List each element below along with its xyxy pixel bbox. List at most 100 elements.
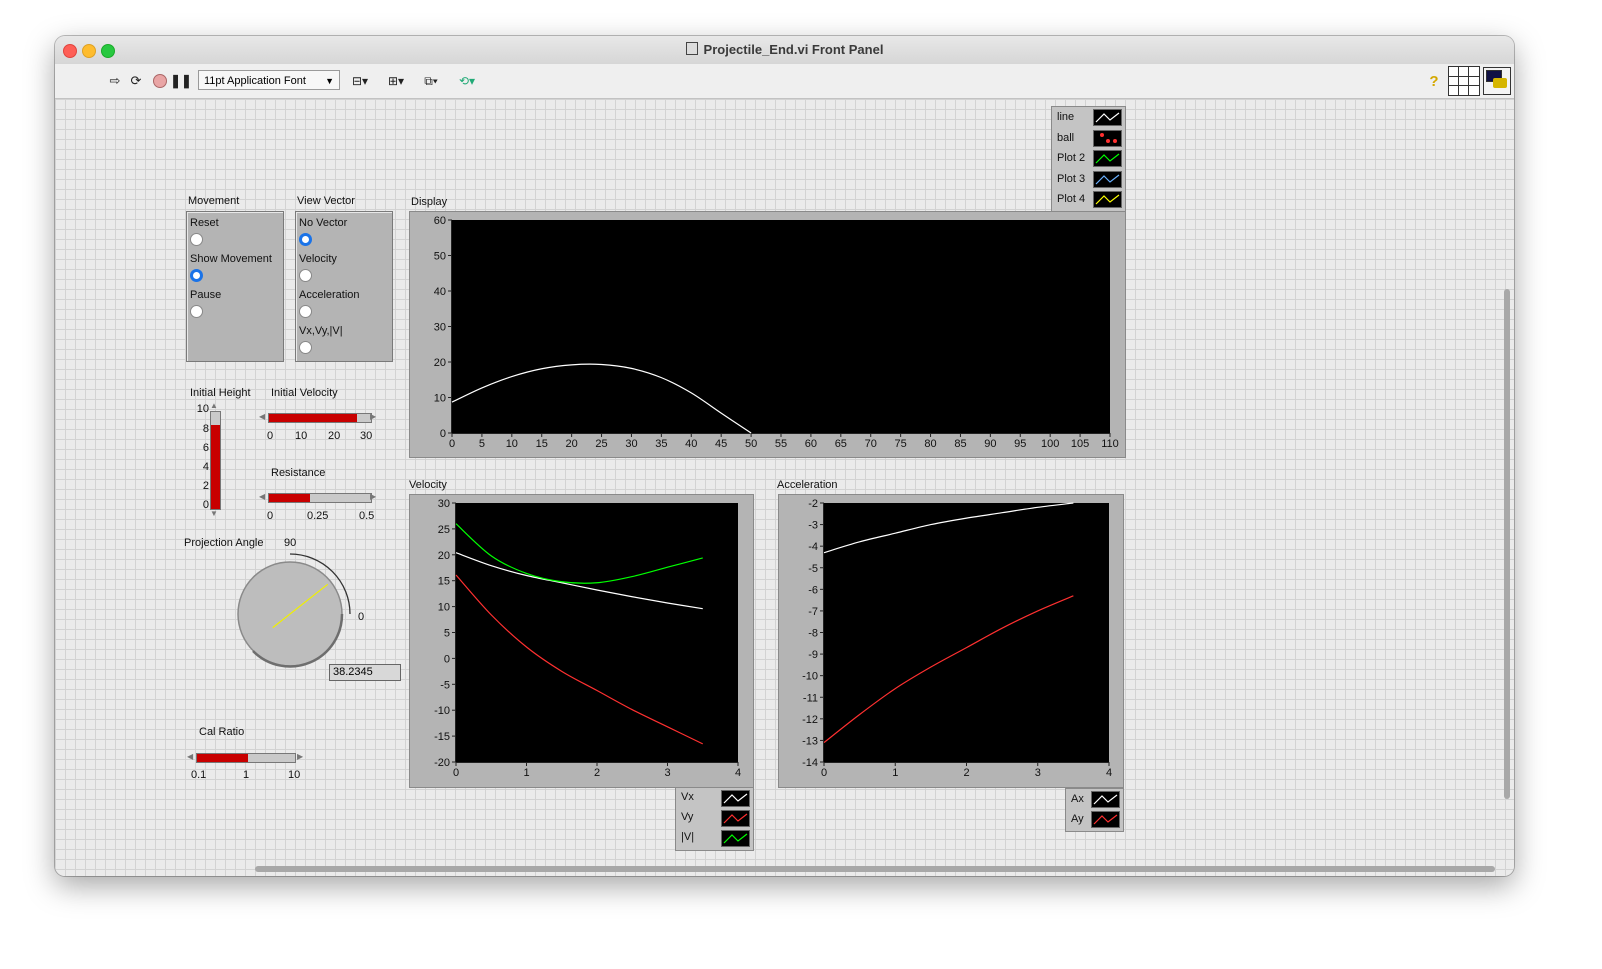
initial-height-label: Initial Height [190, 387, 251, 399]
legend-swatch-glyph [723, 813, 748, 824]
projection-angle-label: Projection Angle [184, 537, 264, 549]
acceleration-legend: Ax Ay [1065, 788, 1124, 832]
x-tick-label: 75 [895, 438, 907, 450]
y-tick-label: 20 [434, 357, 446, 369]
y-tick-label: 30 [438, 498, 450, 510]
legend-swatch[interactable] [1093, 170, 1122, 188]
legend-swatch-glyph [1095, 194, 1120, 205]
y-tick-label: -15 [434, 731, 450, 743]
view-radio-none[interactable] [299, 233, 312, 246]
x-tick-label: 105 [1071, 438, 1089, 450]
view-option-velocity: Velocity [299, 253, 337, 265]
resistance-tick: 0 [267, 510, 274, 522]
legend-swatch-glyph [1095, 153, 1120, 164]
vertical-scrollbar[interactable] [1504, 289, 1510, 799]
velocity-chart[interactable]: 0 1 2 3 4 30 25 20 15 10 5 0 -5 -10 -15 -20 [409, 494, 752, 786]
legend-swatch[interactable] [721, 790, 750, 807]
resize-objects-icon[interactable]: ⧉▾ [417, 71, 445, 91]
x-tick-label: 3 [1035, 767, 1041, 779]
y-tick-label: -8 [808, 628, 818, 640]
acceleration-chart[interactable]: 0 1 2 3 4 -2 -3 -4 -5 -6 -7 -8 -9 -10 -11 -12 -13 -14 [778, 494, 1122, 786]
resistance-tick: 0.25 [307, 510, 329, 522]
x-tick-label: 5 [479, 438, 485, 450]
movement-radio-show[interactable] [190, 269, 203, 282]
legend-swatch[interactable] [1093, 191, 1122, 208]
vi-icon [685, 42, 698, 55]
view-option-components: Vx,Vy,|V| [299, 325, 343, 337]
x-tick-label: 65 [835, 438, 847, 450]
movement-option-pause: Pause [190, 289, 222, 301]
velocity-tick: 10 [295, 430, 308, 442]
angle-tick-max: 90 [284, 537, 297, 549]
initial-height-slider[interactable] [210, 411, 221, 510]
reorder-icon[interactable]: ⟲▾ [453, 71, 481, 91]
display-chart[interactable]: 0 5 10 15 20 25 30 35 40 45 50 55 60 65 70 75 80 85 90 95 10… [409, 211, 1124, 456]
x-tick-label: 30 [625, 438, 637, 450]
arrow-right-icon[interactable]: ▶ [370, 412, 376, 421]
cal-tick: 0.1 [191, 769, 207, 781]
projection-angle-value[interactable]: 38.2345 [329, 664, 401, 681]
window-title-text: Projectile_End.vi Front Panel [703, 42, 884, 57]
cal-ratio-label: Cal Ratio [199, 726, 245, 738]
initial-velocity-slider[interactable] [268, 413, 372, 423]
x-tick-label: 0 [821, 767, 827, 779]
view-radio-components[interactable] [299, 341, 312, 354]
distribute-objects-icon[interactable]: ⊞▾ [383, 71, 409, 91]
arrow-right-icon[interactable]: ▶ [370, 492, 376, 501]
y-tick-label: 0 [444, 653, 450, 665]
view-radio-velocity[interactable] [299, 269, 312, 282]
x-tick-label: 70 [865, 438, 877, 450]
x-tick-label: 90 [984, 438, 996, 450]
legend-label: Ax [1071, 793, 1084, 805]
run-arrow-icon[interactable]: ⇨ [107, 71, 123, 91]
x-tick-label: 4 [735, 767, 741, 779]
connector-pane-icon[interactable] [1448, 66, 1480, 96]
x-tick-label: 10 [506, 438, 518, 450]
legend-swatch-line [1093, 794, 1118, 805]
labview-window: Projectile_End.vi Front Panel ⇨ ⟳ ❚❚ 11p… [55, 36, 1514, 876]
gold-ribbon-icon [1493, 78, 1507, 88]
x-tick-label: 4 [1106, 767, 1112, 779]
movement-radio-reset[interactable] [190, 233, 203, 246]
initial-height-ticks: 10 8 6 4 2 0 [189, 403, 209, 513]
help-icon[interactable]: ? [1427, 71, 1441, 91]
horizontal-scrollbar[interactable] [255, 866, 1495, 872]
run-continuously-icon[interactable]: ⟳ [127, 71, 145, 91]
arrow-left-icon[interactable]: ◀ [259, 492, 265, 501]
abort-icon[interactable] [151, 71, 169, 91]
legend-swatch[interactable] [1093, 109, 1122, 126]
front-panel: Movement Reset Show Movement Pause View … [55, 99, 1514, 876]
legend-swatch[interactable] [1093, 129, 1122, 147]
arrow-down-icon[interactable]: ▼ [210, 509, 218, 518]
resistance-tick: 0.5 [359, 510, 375, 522]
arrow-left-icon[interactable]: ◀ [187, 752, 193, 761]
arrow-left-icon[interactable]: ◀ [259, 412, 265, 421]
view-option-acceleration: Acceleration [299, 289, 360, 301]
x-tick-label: 80 [924, 438, 936, 450]
view-radio-acceleration[interactable] [299, 305, 312, 318]
view-vector-radio-group: No Vector Velocity Acceleration Vx,Vy,|V… [295, 211, 393, 362]
legend-swatch[interactable] [721, 810, 750, 827]
movement-radio-pause[interactable] [190, 305, 203, 318]
pause-icon[interactable]: ❚❚ [170, 71, 192, 91]
legend-swatch[interactable] [1091, 791, 1120, 808]
toolbar: ⇨ ⟳ ❚❚ 11pt Application Font ▼ ⊟▾ ⊞▾ ⧉▾ ⟲… [55, 64, 1514, 99]
resistance-slider[interactable] [268, 493, 372, 503]
align-objects-icon[interactable]: ⊟▾ [347, 71, 373, 91]
arrow-right-icon[interactable]: ▶ [297, 752, 303, 761]
y-tick-label: 50 [434, 251, 446, 263]
y-tick-label: -10 [434, 705, 450, 717]
y-tick-label: 5 [444, 628, 450, 640]
font-select[interactable]: 11pt Application Font ▼ [198, 70, 340, 90]
x-tick-label: 1 [892, 767, 898, 779]
legend-swatch[interactable] [1091, 811, 1120, 828]
vi-icon-pane[interactable] [1483, 67, 1511, 95]
legend-swatch[interactable] [1093, 150, 1122, 167]
legend-swatch[interactable] [721, 830, 750, 847]
arrow-up-icon[interactable]: ▲ [210, 401, 218, 410]
initial-velocity-fill [269, 414, 358, 422]
y-tick-label: -13 [802, 735, 818, 747]
display-label: Display [411, 196, 448, 208]
cal-ratio-slider[interactable] [196, 753, 296, 763]
legend-swatch-line [1095, 112, 1120, 123]
